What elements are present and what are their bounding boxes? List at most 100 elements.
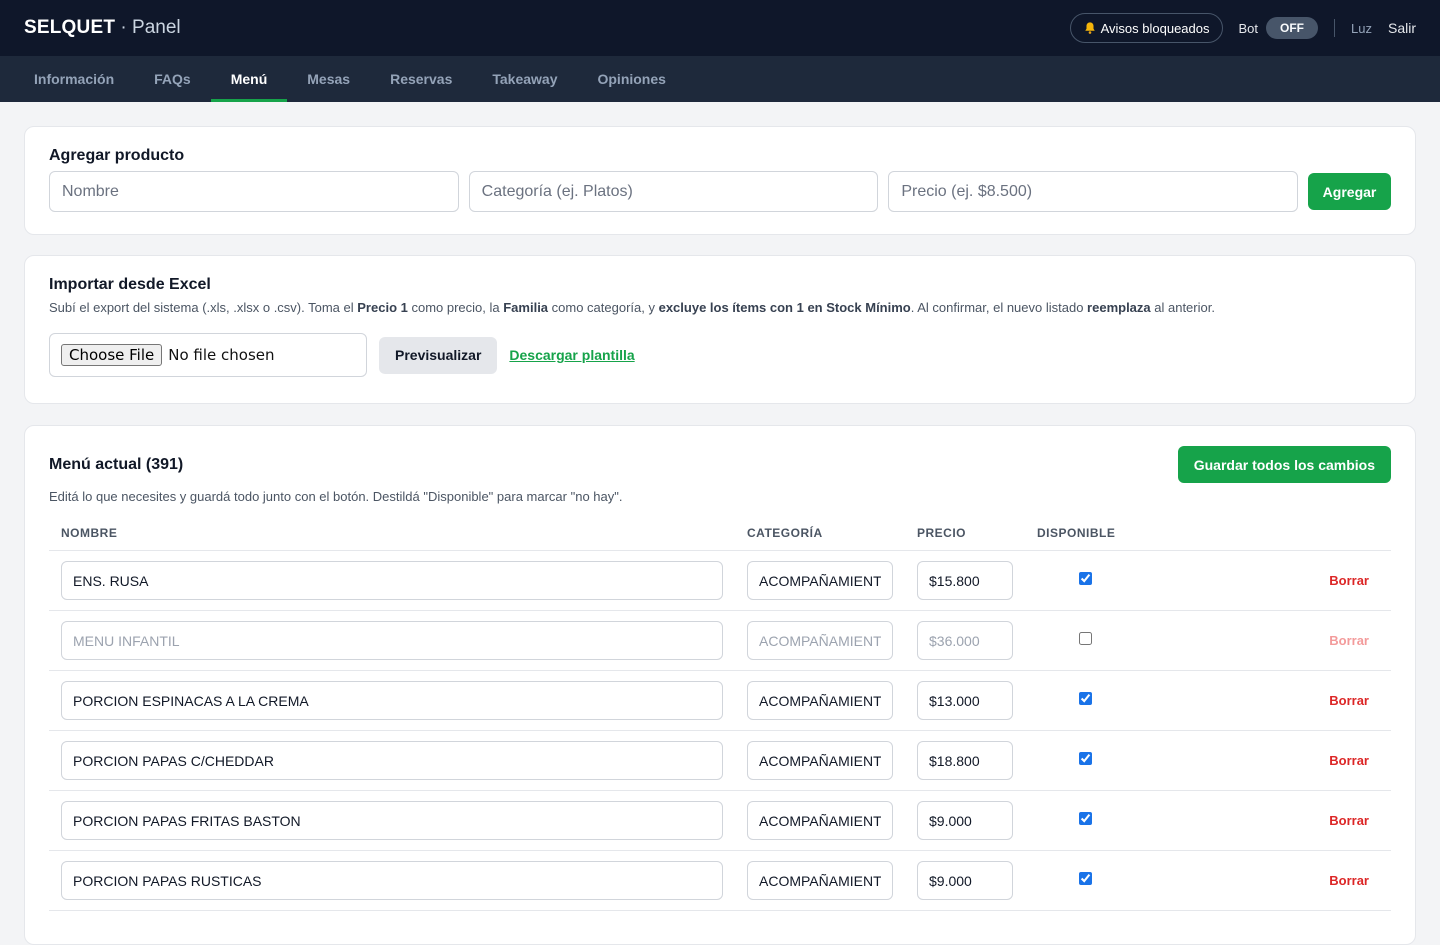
item-name-input[interactable] bbox=[61, 741, 723, 780]
table-row: Borrar bbox=[49, 670, 1391, 731]
cell-available bbox=[1025, 850, 1145, 911]
cell-actions: Borrar bbox=[1145, 670, 1391, 731]
import-desc-bold: reemplaza bbox=[1087, 300, 1151, 315]
cell-name bbox=[49, 850, 735, 911]
delete-button[interactable]: Borrar bbox=[1329, 573, 1369, 588]
item-category-input[interactable] bbox=[747, 741, 893, 780]
import-desc-part: como precio, la bbox=[407, 300, 504, 315]
brand-separator: · bbox=[120, 17, 127, 38]
import-desc-bold: Familia bbox=[503, 300, 549, 315]
add-product-title: Agregar producto bbox=[49, 147, 185, 164]
cell-name bbox=[49, 550, 735, 611]
nav-tabs: Información FAQs Menú Mesas Reservas Tak… bbox=[0, 56, 1440, 102]
cell-category bbox=[735, 670, 905, 731]
item-category-input[interactable] bbox=[747, 681, 893, 720]
item-category-input[interactable] bbox=[747, 621, 893, 660]
delete-button[interactable]: Borrar bbox=[1329, 693, 1369, 708]
bot-label: Bot bbox=[1238, 20, 1259, 36]
preview-button[interactable]: Previsualizar bbox=[379, 336, 498, 374]
cell-actions: Borrar bbox=[1145, 790, 1391, 851]
delete-button[interactable]: Borrar bbox=[1329, 753, 1369, 768]
table-row: Borrar bbox=[49, 550, 1391, 611]
item-name-input[interactable] bbox=[61, 621, 723, 660]
menu-title: Menú actual (391) bbox=[49, 455, 184, 473]
item-name-input[interactable] bbox=[61, 801, 723, 840]
item-name-input[interactable] bbox=[61, 861, 723, 900]
product-name-input[interactable] bbox=[49, 171, 459, 212]
item-price-input[interactable] bbox=[917, 861, 1013, 900]
add-product-form: Agregar bbox=[49, 171, 1392, 212]
column-header-category: CATEGORÍA bbox=[735, 526, 905, 551]
available-checkbox[interactable] bbox=[1078, 751, 1092, 765]
available-checkbox[interactable] bbox=[1078, 871, 1092, 885]
add-product-button[interactable]: Agregar bbox=[1308, 173, 1392, 210]
cell-actions: Borrar bbox=[1145, 730, 1391, 791]
available-checkbox[interactable] bbox=[1078, 631, 1092, 645]
divider bbox=[1334, 19, 1336, 37]
choose-file-button[interactable]: Choose File bbox=[61, 344, 163, 366]
cell-price bbox=[905, 730, 1025, 791]
cell-price bbox=[905, 850, 1025, 911]
delete-button[interactable]: Borrar bbox=[1329, 633, 1369, 648]
file-input[interactable]: Choose File No file chosen bbox=[49, 333, 367, 377]
cell-actions: Borrar bbox=[1145, 850, 1391, 911]
top-right-controls: Avisos bloqueados Bot OFF Luz Salir bbox=[1069, 13, 1416, 43]
table-header-row: NOMBRE CATEGORÍA PRECIO DISPONIBLE bbox=[49, 526, 1391, 551]
import-desc-part: . Al confirmar, el nuevo listado bbox=[910, 300, 1088, 315]
cell-price bbox=[905, 670, 1025, 731]
import-desc-part: como categoría, y bbox=[548, 300, 659, 315]
item-price-input[interactable] bbox=[917, 681, 1013, 720]
tab-mesas[interactable]: Mesas bbox=[287, 56, 370, 102]
tab-informacion[interactable]: Información bbox=[14, 56, 134, 102]
item-price-input[interactable] bbox=[917, 561, 1013, 600]
available-checkbox[interactable] bbox=[1078, 691, 1092, 705]
item-category-input[interactable] bbox=[747, 801, 893, 840]
item-category-input[interactable] bbox=[747, 861, 893, 900]
column-header-price: PRECIO bbox=[905, 526, 1025, 551]
tab-reservas[interactable]: Reservas bbox=[370, 56, 472, 102]
cell-name bbox=[49, 670, 735, 731]
item-price-input[interactable] bbox=[917, 741, 1013, 780]
table-row: Borrar bbox=[49, 850, 1391, 911]
table-row: Borrar bbox=[49, 790, 1391, 851]
save-all-button[interactable]: Guardar todos los cambios bbox=[1177, 446, 1391, 483]
item-name-input[interactable] bbox=[61, 681, 723, 720]
alerts-blocked-button[interactable]: Avisos bloqueados bbox=[1069, 13, 1223, 43]
item-price-input[interactable] bbox=[917, 801, 1013, 840]
menu-header: Menú actual (391) Guardar todos los camb… bbox=[49, 446, 1391, 483]
item-price-input[interactable] bbox=[917, 621, 1013, 660]
download-template-link[interactable]: Descargar plantilla bbox=[509, 347, 634, 363]
item-name-input[interactable] bbox=[61, 561, 723, 600]
cell-name bbox=[49, 790, 735, 851]
top-bar: SELQUET · Panel Avisos bloqueados Bot OF… bbox=[0, 0, 1440, 56]
cell-category bbox=[735, 850, 905, 911]
product-category-input[interactable] bbox=[468, 171, 879, 212]
cell-price bbox=[905, 790, 1025, 851]
tab-faqs[interactable]: FAQs bbox=[134, 56, 211, 102]
tab-takeaway[interactable]: Takeaway bbox=[472, 56, 577, 102]
column-header-available: DISPONIBLE bbox=[1025, 526, 1145, 551]
tab-opiniones[interactable]: Opiniones bbox=[577, 56, 685, 102]
column-header-name: NOMBRE bbox=[49, 526, 735, 551]
cell-price bbox=[905, 550, 1025, 611]
import-excel-card: Importar desde Excel Subí el export del … bbox=[24, 255, 1416, 404]
import-desc-part: al anterior. bbox=[1150, 300, 1215, 315]
cell-available bbox=[1025, 670, 1145, 731]
available-checkbox[interactable] bbox=[1078, 571, 1092, 585]
menu-rows: Borrar Borrar Borrar Borrar Borrar Borrar bbox=[49, 550, 1391, 911]
brand-name: SELQUET bbox=[24, 17, 116, 38]
logout-link[interactable]: Salir bbox=[1388, 20, 1416, 36]
available-checkbox[interactable] bbox=[1078, 811, 1092, 825]
delete-button[interactable]: Borrar bbox=[1329, 873, 1369, 888]
delete-button[interactable]: Borrar bbox=[1329, 813, 1369, 828]
item-category-input[interactable] bbox=[747, 561, 893, 600]
cell-actions: Borrar bbox=[1145, 550, 1391, 611]
cell-available bbox=[1025, 550, 1145, 611]
import-controls: Choose File No file chosen Previsualizar… bbox=[49, 333, 1391, 377]
cell-category bbox=[735, 730, 905, 791]
product-price-input[interactable] bbox=[888, 171, 1299, 212]
tab-menu[interactable]: Menú bbox=[210, 56, 288, 102]
bot-toggle[interactable]: OFF bbox=[1266, 17, 1319, 39]
cell-price bbox=[905, 610, 1025, 671]
import-title: Importar desde Excel bbox=[49, 276, 211, 293]
